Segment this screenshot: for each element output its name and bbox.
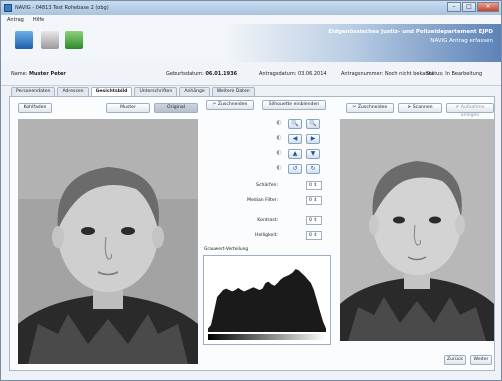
median-spinner[interactable]: 0 ⇕	[306, 196, 322, 205]
vertical-label-icon: ◐	[276, 149, 282, 156]
kohlfaden-button[interactable]: Kohlfaden	[18, 103, 52, 113]
tab-anhaenge[interactable]: Anhänge	[179, 87, 210, 96]
rotate-left-icon[interactable]: ↺	[288, 164, 302, 174]
banner-line1: Eidgenössisches Justiz- und Polizeidepar…	[328, 29, 493, 35]
save-icon[interactable]	[15, 31, 33, 49]
histogram-label: Grauwert-Verteilung	[204, 247, 249, 252]
tab-unterschriften[interactable]: Unterschriften	[134, 87, 178, 96]
crop-icon: ✂	[212, 102, 217, 107]
muster-button[interactable]: Muster	[106, 103, 150, 113]
rotate-row-icon: ◐	[276, 164, 282, 171]
export-icon[interactable]	[65, 31, 83, 49]
status-info: Status: In Bearbeitung	[426, 71, 482, 77]
dob-label: Geburtsdatum:	[166, 71, 204, 77]
rotate-label-icon: ◐	[276, 119, 282, 126]
zoom-in-icon[interactable]: 🔍	[288, 119, 302, 129]
sharpness-value: 0	[309, 183, 312, 188]
original-photo	[18, 119, 198, 364]
maximize-button[interactable]: □	[462, 2, 476, 12]
name-label: Name:	[11, 71, 28, 77]
appnr-label: Antragsnummer:	[341, 71, 384, 77]
applicant-info-bar: Name: Muster Peter Geburtsdatum: 06.01.1…	[1, 62, 501, 86]
crop-label: Zuschneiden	[217, 102, 248, 107]
median-value: 0	[309, 198, 312, 203]
name-info: Name: Muster Peter	[11, 71, 66, 77]
sharpness-label: Schärfen:	[256, 183, 278, 188]
accept-label: Aufnahme anlegen	[460, 105, 485, 118]
status-value: In Bearbeitung	[445, 71, 483, 77]
tab-adressen[interactable]: Adressen	[57, 87, 89, 96]
histogram-box	[203, 255, 331, 345]
appdate-label: Antragsdatum:	[259, 71, 297, 77]
crop-button-right[interactable]: ✂ Zuschneiden	[346, 103, 394, 113]
appdate-info: Antragsdatum: 03.06.2014	[259, 71, 327, 77]
rotate-right-icon[interactable]: ↻	[306, 164, 320, 174]
crop-right-icon: ✂	[352, 105, 357, 110]
dob-info: Geburtsdatum: 06.01.1936	[166, 71, 237, 77]
window-title: NAVIG - 04813 Test Rohebase 2 (obg)	[15, 5, 109, 11]
contrast-value: 0	[309, 218, 312, 223]
portrait-processed-image	[340, 119, 494, 341]
move-down-icon[interactable]: ▼	[306, 149, 320, 159]
status-label: Status:	[426, 71, 444, 77]
close-button[interactable]: ✕	[477, 2, 499, 12]
tab-strip: Personendaten Adressen Gesichtsbild Unte…	[11, 87, 255, 96]
brightness-value: 0	[309, 233, 312, 238]
minimize-button[interactable]: –	[447, 2, 461, 12]
brightness-label: Helligkeit:	[255, 233, 278, 238]
accept-button[interactable]: ✔ Aufnahme anlegen	[446, 103, 494, 118]
dob-value: 06.01.1936	[205, 71, 238, 77]
back-button[interactable]: Zurück	[444, 355, 466, 365]
zoom-out-icon[interactable]: 🔍	[306, 119, 320, 129]
move-up-icon[interactable]: ▲	[288, 149, 302, 159]
crop-button-middle[interactable]: ✂ Zuschneiden	[206, 100, 254, 110]
appdate-value: 03.06.2014	[297, 71, 327, 77]
accept-icon: ✔	[455, 105, 460, 110]
scan-icon: ➤	[407, 105, 412, 110]
contrast-label: Kontrast:	[257, 218, 278, 223]
banner-line2: NAVIG Antrag erfassen	[430, 38, 493, 44]
app-icon	[4, 4, 12, 12]
toolbar: Eidgenössisches Justiz- und Polizeidepar…	[1, 24, 501, 62]
name-value: Muster Peter	[29, 71, 66, 77]
tab-weitere-daten[interactable]: Weitere Daten	[211, 87, 255, 96]
sharpness-spinner[interactable]: 0 ⇕	[306, 181, 322, 190]
app-window: NAVIG - 04813 Test Rohebase 2 (obg) – □ …	[0, 0, 502, 381]
original-button[interactable]: Original	[154, 103, 198, 113]
appnr-info: Antragsnummer: Noch nicht bekannt	[341, 71, 434, 77]
contrast-spinner[interactable]: 0 ⇕	[306, 216, 322, 225]
histogram-chart	[208, 269, 326, 340]
grayscale-bar	[208, 334, 326, 340]
move-label-icon: ◐	[276, 134, 282, 141]
menu-hilfe[interactable]: Hilfe	[33, 17, 44, 23]
next-button[interactable]: Weiter	[470, 355, 492, 365]
scan-label: Scannen	[412, 105, 433, 110]
portrait-image	[18, 119, 198, 364]
move-left-icon[interactable]: ◀	[288, 134, 302, 144]
department-banner: Eidgenössisches Justiz- und Polizeidepar…	[328, 28, 493, 46]
title-bar: NAVIG - 04813 Test Rohebase 2 (obg) – □ …	[1, 1, 501, 15]
processed-photo	[340, 119, 494, 341]
silhouette-button[interactable]: Silhouette einblenden	[262, 100, 326, 110]
scan-button[interactable]: ➤ Scannen	[398, 103, 442, 113]
histogram-area	[208, 269, 326, 332]
tab-personendaten[interactable]: Personendaten	[11, 87, 56, 96]
move-right-icon[interactable]: ▶	[306, 134, 320, 144]
menu-bar: Antrag Hilfe	[1, 15, 501, 24]
print-icon[interactable]	[41, 31, 59, 49]
crop-right-label: Zuschneiden	[357, 105, 388, 110]
median-label: Median Filter:	[246, 198, 278, 203]
face-image-panel: Kohlfaden Muster Original ✂ Zuschneiden	[9, 96, 495, 371]
brightness-spinner[interactable]: 0 ⇕	[306, 231, 322, 240]
tab-gesichtsbild[interactable]: Gesichtsbild	[90, 87, 133, 96]
menu-antrag[interactable]: Antrag	[7, 17, 24, 23]
